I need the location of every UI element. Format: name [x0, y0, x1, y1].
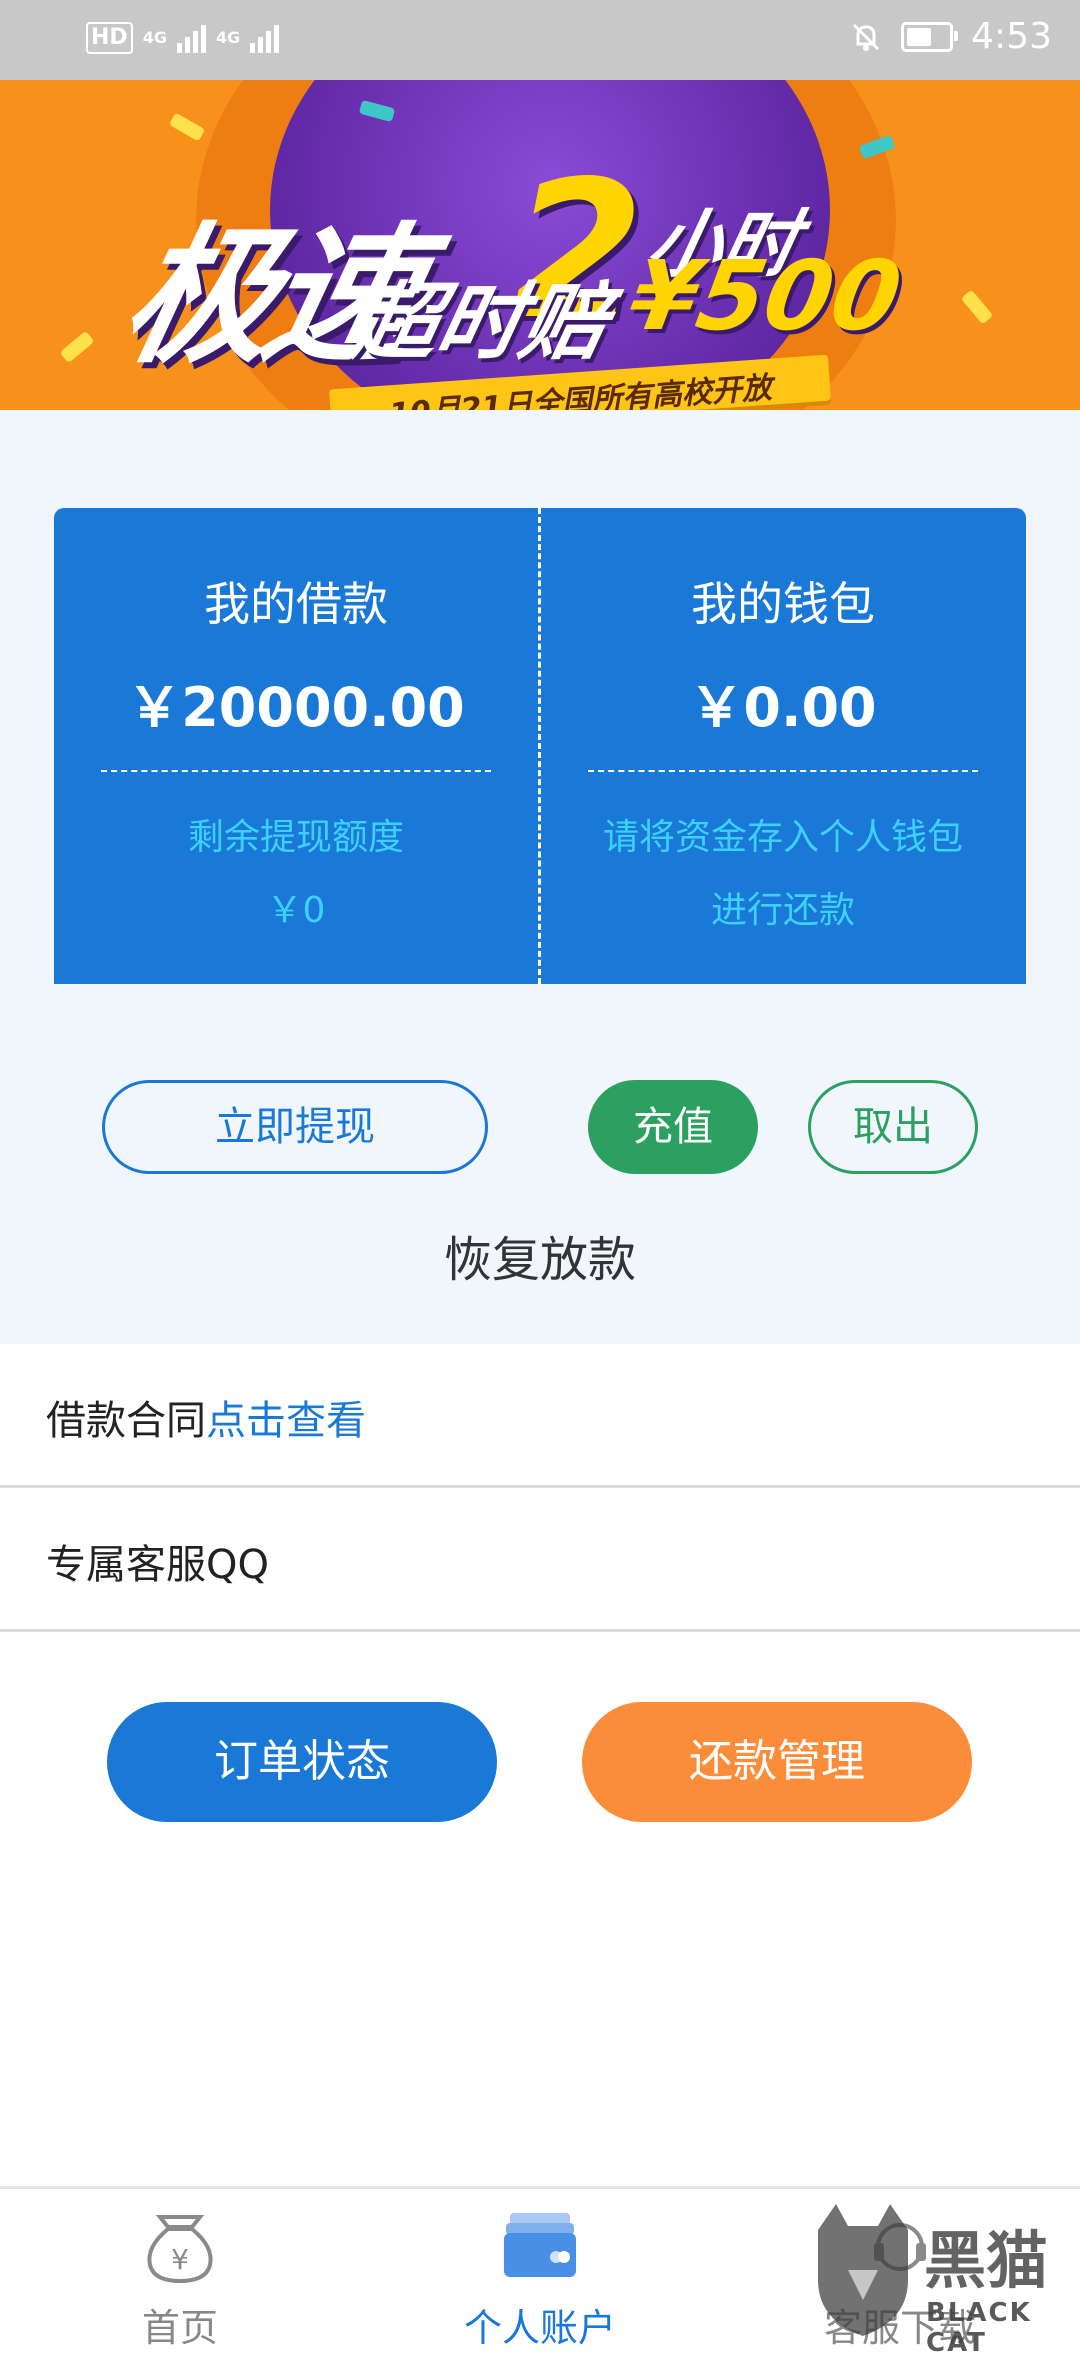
tab-home[interactable]: ¥ 首页 [0, 2189, 360, 2350]
tab-personal-account-label: 个人账户 [463, 2306, 616, 2350]
remaining-quota-label: 剩余提现额度 [187, 817, 404, 858]
recharge-button[interactable]: 充值 [588, 1080, 758, 1174]
watermark-text: 黑猫 [924, 2224, 1049, 2297]
contract-row[interactable]: 借款合同点击查看 [0, 1344, 1080, 1488]
remaining-quota-value: ￥0 [266, 890, 326, 931]
status-left: HD 4G 4G [86, 22, 280, 54]
wallet-column[interactable]: 我的钱包 ￥0.00 请将资金存入个人钱包 进行还款 [541, 508, 1025, 984]
clock: 4:53 [971, 16, 1052, 57]
tab-personal-account[interactable]: 个人账户 [360, 2189, 720, 2350]
qq-service-row[interactable]: 专属客服QQ [0, 1488, 1080, 1632]
contract-label: 借款合同 [46, 1398, 206, 1444]
qq-service-label: 专属客服QQ [46, 1542, 269, 1588]
banner-overtime: 超时赔 [344, 273, 618, 371]
withdraw-button[interactable]: 立即提现 [102, 1080, 488, 1174]
wallet-amount: ￥0.00 [689, 676, 877, 739]
confetti-icon [59, 330, 95, 364]
account-card: 我的借款 ￥20000.00 剩余提现额度 ￥0 我的钱包 ￥0.00 请将资金… [54, 508, 1026, 984]
wallet-hint-line1: 请将资金存入个人钱包 [602, 817, 963, 858]
status-bar: HD 4G 4G 4:53 [0, 0, 1080, 80]
confetti-icon [960, 289, 994, 325]
tab-home-label: 首页 [141, 2306, 218, 2350]
wallet-divider [588, 770, 978, 772]
wallet-title: 我的钱包 [691, 577, 875, 631]
black-cat-watermark: 黑猫 BLACK CAT [808, 2200, 1080, 2358]
banner-amount: ¥500 [622, 240, 910, 352]
loan-column[interactable]: 我的借款 ￥20000.00 剩余提现额度 ￥0 [54, 508, 538, 984]
loan-title: 我的借款 [204, 577, 388, 631]
loan-divider [101, 770, 491, 772]
repayment-management-button[interactable]: 还款管理 [582, 1702, 972, 1822]
status-right: 4:53 [849, 16, 1052, 57]
contract-view-link[interactable]: 点击查看 [206, 1398, 366, 1444]
signal-icon-2 [250, 23, 280, 53]
takeout-button[interactable]: 取出 [808, 1080, 978, 1174]
hd-indicator: HD [86, 22, 133, 54]
promo-banner[interactable]: 极速 2 小时 超时赔 ¥500 10月21日全国所有高校开放 [0, 80, 1080, 410]
signal-icon [176, 23, 206, 53]
mute-bell-icon [853, 23, 880, 51]
wallet-cards-icon [504, 2213, 576, 2277]
confetti-icon [168, 112, 206, 142]
account-section: 我的借款 ￥20000.00 剩余提现额度 ￥0 我的钱包 ￥0.00 请将资金… [0, 410, 1080, 1344]
wallet-hint-line2: 进行还款 [710, 890, 855, 931]
svg-text:¥: ¥ [171, 2243, 189, 2276]
cat-logo-icon [818, 2204, 908, 2336]
order-status-button[interactable]: 订单状态 [107, 1702, 497, 1822]
resume-lending-text: 恢复放款 [443, 1232, 636, 1288]
contract-row-label: 借款合同点击查看 [46, 1388, 366, 1446]
watermark-subtext: BLACK CAT [926, 2298, 1032, 2358]
network-type-2: 4G [215, 28, 241, 47]
battery-icon [901, 21, 959, 52]
money-bag-icon: ¥ [147, 2215, 213, 2283]
loan-amount: ￥20000.00 [127, 676, 465, 739]
network-type-1: 4G [142, 28, 167, 47]
